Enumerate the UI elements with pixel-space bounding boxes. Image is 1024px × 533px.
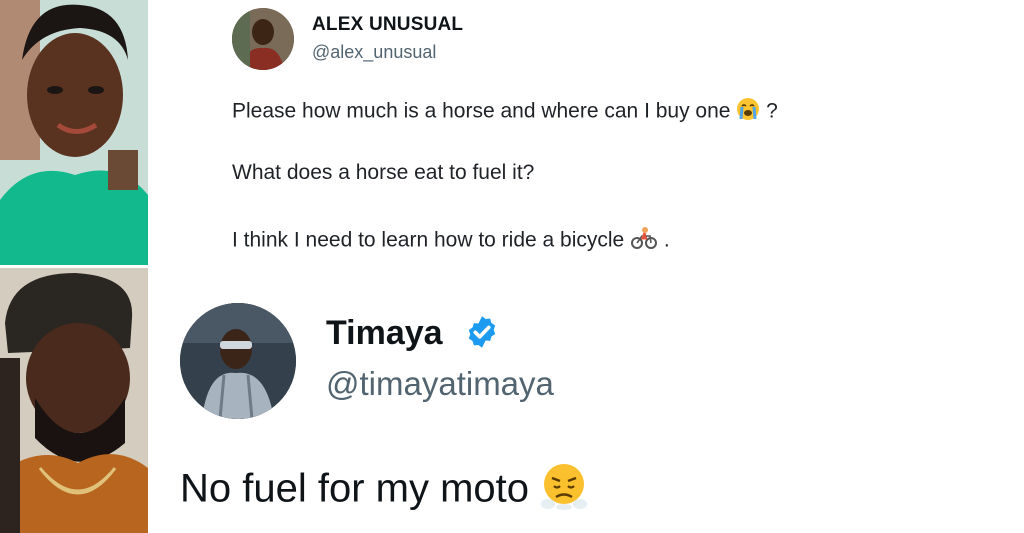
tweet1-line-1: Please how much is a horse and where can…	[232, 97, 778, 127]
tweet1-handle[interactable]: @alex_unusual	[312, 42, 436, 63]
alex-unusual-avatar[interactable]	[232, 8, 294, 70]
alex-unusual-photo	[0, 0, 148, 265]
tweet1-line-2-text: What does a horse eat to fuel it?	[232, 161, 535, 184]
timaya-avatar[interactable]	[180, 303, 296, 419]
tweet2-text: No fuel for my moto	[180, 466, 530, 511]
tweet2-display-name[interactable]: Timaya	[326, 314, 443, 353]
tweet1-line-3-text: I think I need to learn how to ride a bi…	[232, 228, 625, 252]
tweet1-line-1-suffix: ?	[766, 99, 778, 123]
bicyclist-icon	[630, 226, 658, 256]
timaya-photo	[0, 268, 148, 533]
tweet1-line-3: I think I need to learn how to ride a bi…	[232, 226, 670, 256]
tweet2-handle[interactable]: @timayatimaya	[326, 365, 554, 403]
tweet1-line-3-suffix: .	[663, 228, 670, 252]
tweet1-line-1-text: Please how much is a horse and where can…	[232, 99, 731, 123]
crying-face-icon	[736, 97, 760, 127]
tweet2-text-line: No fuel for my moto	[180, 462, 588, 520]
tweet1-display-name[interactable]: ALEX UNUSUAL	[312, 14, 463, 36]
verified-badge-icon	[464, 314, 500, 350]
angry-steam-face-icon	[540, 462, 588, 520]
tweet1-line-2: What does a horse eat to fuel it?	[232, 161, 534, 185]
